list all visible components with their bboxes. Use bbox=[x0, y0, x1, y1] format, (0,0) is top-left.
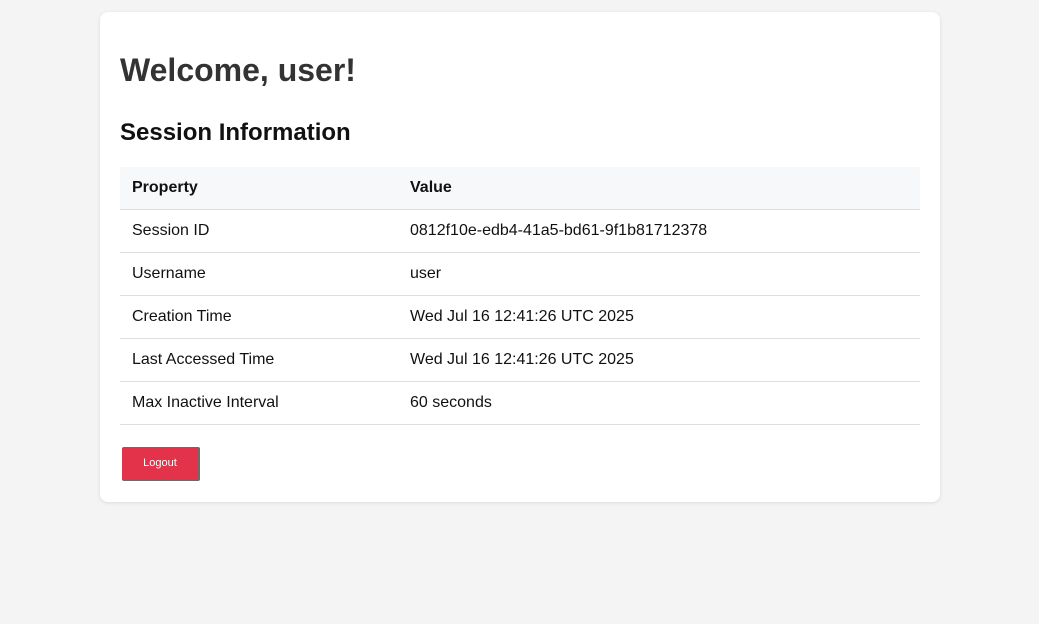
property-cell: Max Inactive Interval bbox=[120, 381, 398, 425]
value-cell: 60 seconds bbox=[398, 381, 920, 425]
welcome-heading: Welcome, user! bbox=[120, 52, 356, 88]
column-header-value: Value bbox=[398, 167, 920, 210]
column-header-property: Property bbox=[120, 167, 398, 210]
table-row: Session ID 0812f10e-edb4-41a5-bd61-9f1b8… bbox=[120, 209, 920, 253]
session-card: Welcome, user! Session Information Prope… bbox=[100, 12, 940, 502]
table-row: Last Accessed Time Wed Jul 16 12:41:26 U… bbox=[120, 338, 920, 382]
table-row: Username user bbox=[120, 252, 920, 296]
section-title: Session Information bbox=[120, 119, 351, 146]
property-cell: Last Accessed Time bbox=[120, 338, 398, 382]
property-cell: Username bbox=[120, 252, 398, 296]
logout-button[interactable]: Logout bbox=[122, 447, 200, 481]
table-header-row: Property Value bbox=[120, 167, 920, 210]
value-cell: 0812f10e-edb4-41a5-bd61-9f1b81712378 bbox=[398, 209, 920, 253]
session-info-table: Property Value Session ID 0812f10e-edb4-… bbox=[120, 167, 920, 425]
table-row: Max Inactive Interval 60 seconds bbox=[120, 381, 920, 425]
table-row: Creation Time Wed Jul 16 12:41:26 UTC 20… bbox=[120, 295, 920, 339]
property-cell: Session ID bbox=[120, 209, 398, 253]
value-cell: Wed Jul 16 12:41:26 UTC 2025 bbox=[398, 338, 920, 382]
value-cell: Wed Jul 16 12:41:26 UTC 2025 bbox=[398, 295, 920, 339]
property-cell: Creation Time bbox=[120, 295, 398, 339]
value-cell: user bbox=[398, 252, 920, 296]
